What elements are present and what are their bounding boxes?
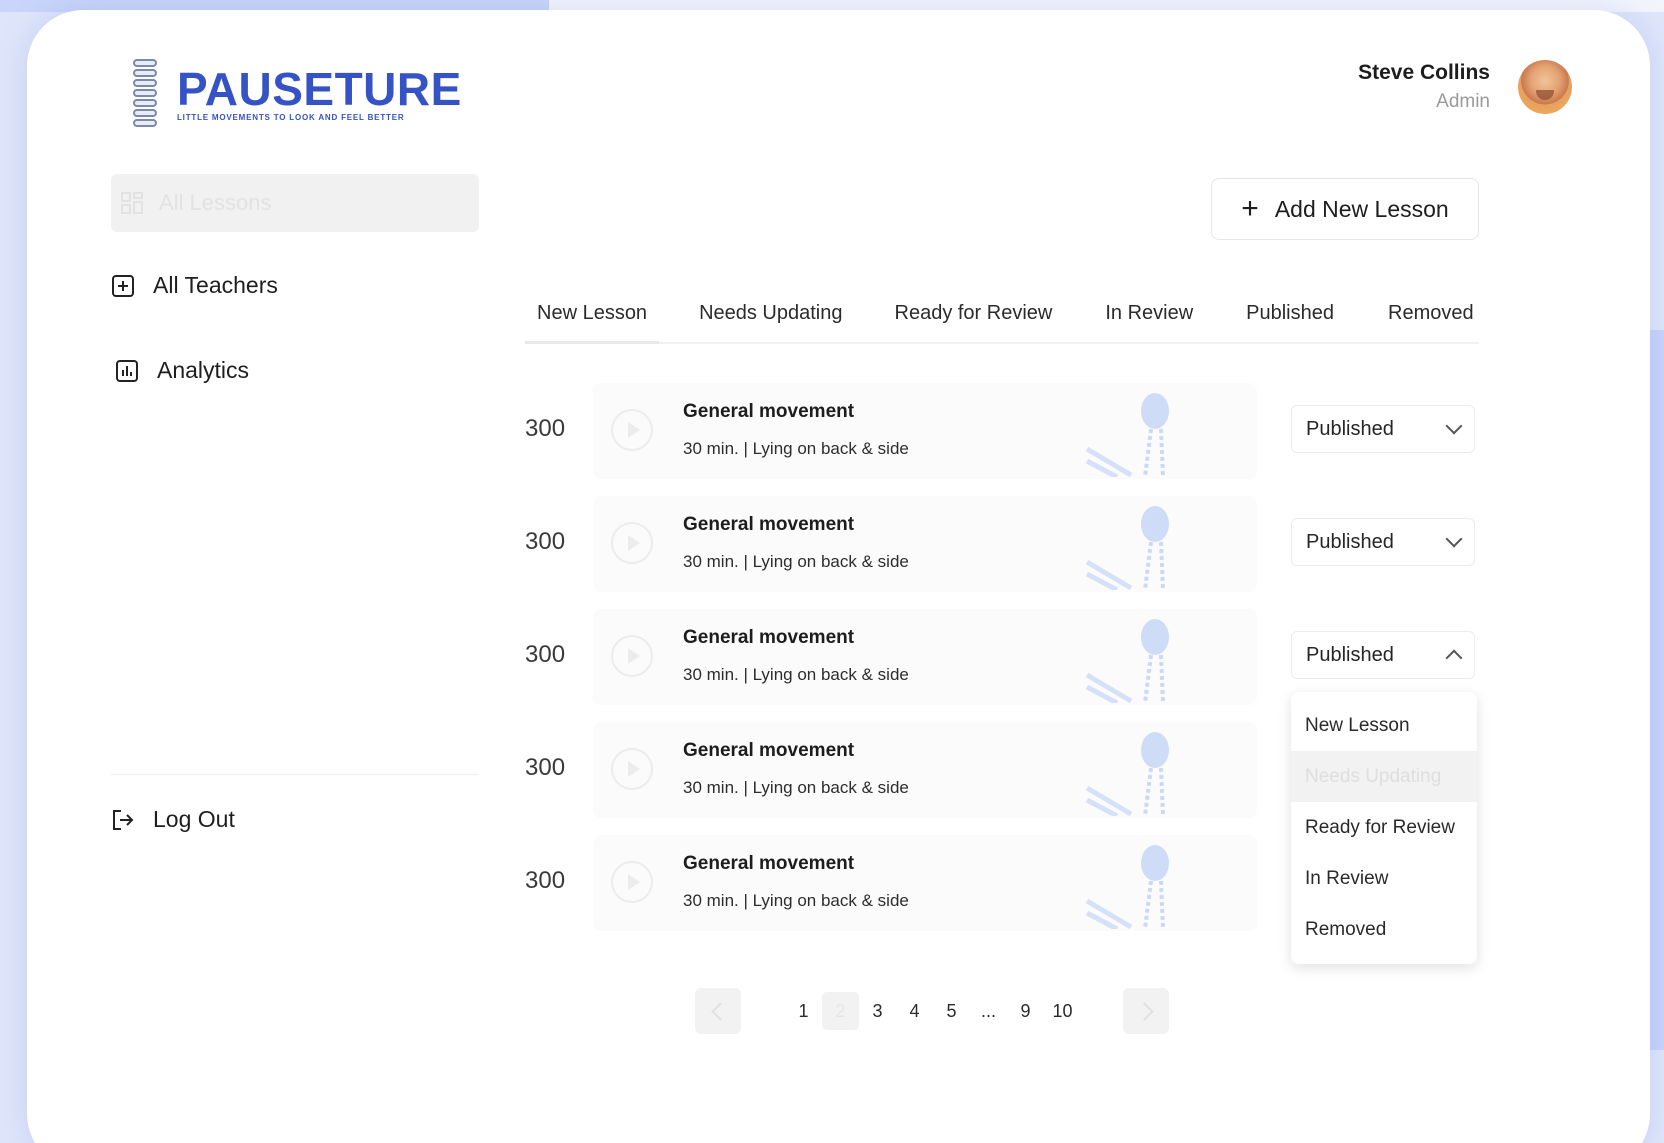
user-role: Admin: [1436, 91, 1490, 112]
tab-in-review[interactable]: In Review: [1093, 296, 1205, 344]
figure-illustration-icon: [1085, 506, 1169, 590]
spine-icon: [127, 55, 167, 131]
menu-item-in-review[interactable]: In Review: [1291, 853, 1477, 904]
status-tabs: New Lesson Needs Updating Ready for Revi…: [525, 296, 1479, 344]
sidebar-item-all-teachers[interactable]: All Teachers: [111, 272, 278, 299]
page-ellipsis: ...: [980, 1000, 996, 1021]
lesson-title: General movement: [683, 514, 855, 535]
lesson-card[interactable]: General movement 30 min. | Lying on back…: [593, 383, 1257, 479]
add-new-lesson-button[interactable]: + Add New Lesson: [1211, 178, 1479, 240]
sidebar-item-label: All Teachers: [153, 272, 278, 298]
lesson-meta: 30 min. | Lying on back & side: [683, 778, 909, 797]
lesson-title: General movement: [683, 627, 855, 648]
page-2-current[interactable]: 2: [822, 992, 859, 1030]
lesson-number: 300: [525, 415, 566, 442]
lesson-row[interactable]: 300 General movement 30 min. | Lying on …: [525, 383, 1485, 479]
lesson-meta: 30 min. | Lying on back & side: [683, 891, 909, 910]
menu-item-ready-for-review[interactable]: Ready for Review: [1291, 802, 1477, 853]
brand-tagline: LITTLE MOVEMENTS TO LOOK AND FEEL BETTER: [177, 112, 405, 122]
status-value: Published: [1306, 530, 1394, 553]
lesson-card[interactable]: General movement 30 min. | Lying on back…: [593, 722, 1257, 818]
prev-page-button[interactable]: [695, 988, 741, 1034]
lesson-number: 300: [525, 867, 566, 894]
lesson-title: General movement: [683, 740, 855, 761]
avatar[interactable]: [1518, 60, 1572, 114]
sidebar-item-label: All Lessons: [159, 190, 272, 215]
menu-item-removed[interactable]: Removed: [1291, 904, 1477, 955]
tab-removed[interactable]: Removed: [1376, 296, 1486, 344]
tab-ready-for-review[interactable]: Ready for Review: [883, 296, 1065, 344]
pagination: 1 2 3 4 5 ... 9 10: [695, 988, 1169, 1034]
page-5[interactable]: 5: [933, 1001, 970, 1022]
status-select[interactable]: Published: [1291, 518, 1475, 566]
sidebar-item-label: Analytics: [157, 357, 250, 383]
lesson-card[interactable]: General movement 30 min. | Lying on back…: [593, 496, 1257, 592]
app-window: PAUSETURE LITTLE MOVEMENTS TO LOOK AND F…: [27, 10, 1650, 1143]
lesson-number: 300: [525, 641, 566, 668]
chart-icon: [116, 359, 138, 382]
brand-name: PAUSETURE: [177, 62, 462, 115]
page-1[interactable]: 1: [785, 1001, 822, 1022]
plus-icon: +: [1241, 192, 1259, 225]
lesson-row[interactable]: 300 General movement 30 min. | Lying on …: [525, 496, 1485, 592]
plus-square-icon: [112, 274, 134, 297]
figure-illustration-icon: [1085, 393, 1169, 477]
logout-label: Log Out: [153, 806, 235, 832]
logout-button[interactable]: Log Out: [111, 806, 235, 833]
status-select[interactable]: Published: [1291, 405, 1475, 453]
lesson-meta: 30 min. | Lying on back & side: [683, 552, 909, 571]
lesson-number: 300: [525, 754, 566, 781]
menu-item-needs-updating[interactable]: Needs Updating: [1291, 751, 1477, 802]
sidebar-item-analytics[interactable]: Analytics: [115, 357, 249, 384]
figure-illustration-icon: [1085, 845, 1169, 929]
play-icon[interactable]: [611, 409, 653, 451]
chevron-down-icon: [1445, 530, 1463, 548]
tab-new-lesson[interactable]: New Lesson: [525, 296, 660, 344]
chevron-up-icon: [1445, 649, 1463, 667]
lesson-meta: 30 min. | Lying on back & side: [683, 439, 909, 458]
add-new-lesson-label: Add New Lesson: [1274, 195, 1449, 222]
grid-icon: [121, 192, 143, 214]
lesson-meta: 30 min. | Lying on back & side: [683, 665, 909, 684]
play-icon[interactable]: [611, 522, 653, 564]
tab-published[interactable]: Published: [1234, 296, 1346, 344]
figure-illustration-icon: [1085, 732, 1169, 816]
lesson-title: General movement: [683, 853, 855, 874]
brand-logo[interactable]: PAUSETURE LITTLE MOVEMENTS TO LOOK AND F…: [127, 50, 467, 136]
lesson-title: General movement: [683, 401, 855, 422]
chevron-down-icon: [1445, 417, 1463, 435]
user-profile[interactable]: Steve Collins Admin: [1358, 60, 1572, 114]
status-value: Published: [1306, 643, 1394, 666]
lesson-row[interactable]: 300 General movement 30 min. | Lying on …: [525, 609, 1485, 705]
page-9[interactable]: 9: [1007, 1001, 1044, 1022]
status-dropdown-menu: New Lesson Needs Updating Ready for Revi…: [1291, 692, 1477, 964]
page-10[interactable]: 10: [1044, 1001, 1081, 1022]
user-name: Steve Collins: [1358, 61, 1490, 84]
sidebar-item-all-lessons[interactable]: All Lessons: [111, 174, 479, 232]
play-icon[interactable]: [611, 861, 653, 903]
logout-icon: [113, 809, 134, 830]
sidebar-divider: [111, 774, 479, 775]
page-4[interactable]: 4: [896, 1001, 933, 1022]
lesson-number: 300: [525, 528, 566, 555]
tab-needs-updating[interactable]: Needs Updating: [687, 296, 854, 344]
lesson-card[interactable]: General movement 30 min. | Lying on back…: [593, 609, 1257, 705]
menu-item-new-lesson[interactable]: New Lesson: [1291, 700, 1477, 751]
next-page-button[interactable]: [1123, 988, 1169, 1034]
page-3[interactable]: 3: [859, 1001, 896, 1022]
status-value: Published: [1306, 417, 1394, 440]
status-select-open[interactable]: Published: [1291, 631, 1475, 679]
play-icon[interactable]: [611, 635, 653, 677]
figure-illustration-icon: [1085, 619, 1169, 703]
play-icon[interactable]: [611, 748, 653, 790]
lesson-card[interactable]: General movement 30 min. | Lying on back…: [593, 835, 1257, 931]
